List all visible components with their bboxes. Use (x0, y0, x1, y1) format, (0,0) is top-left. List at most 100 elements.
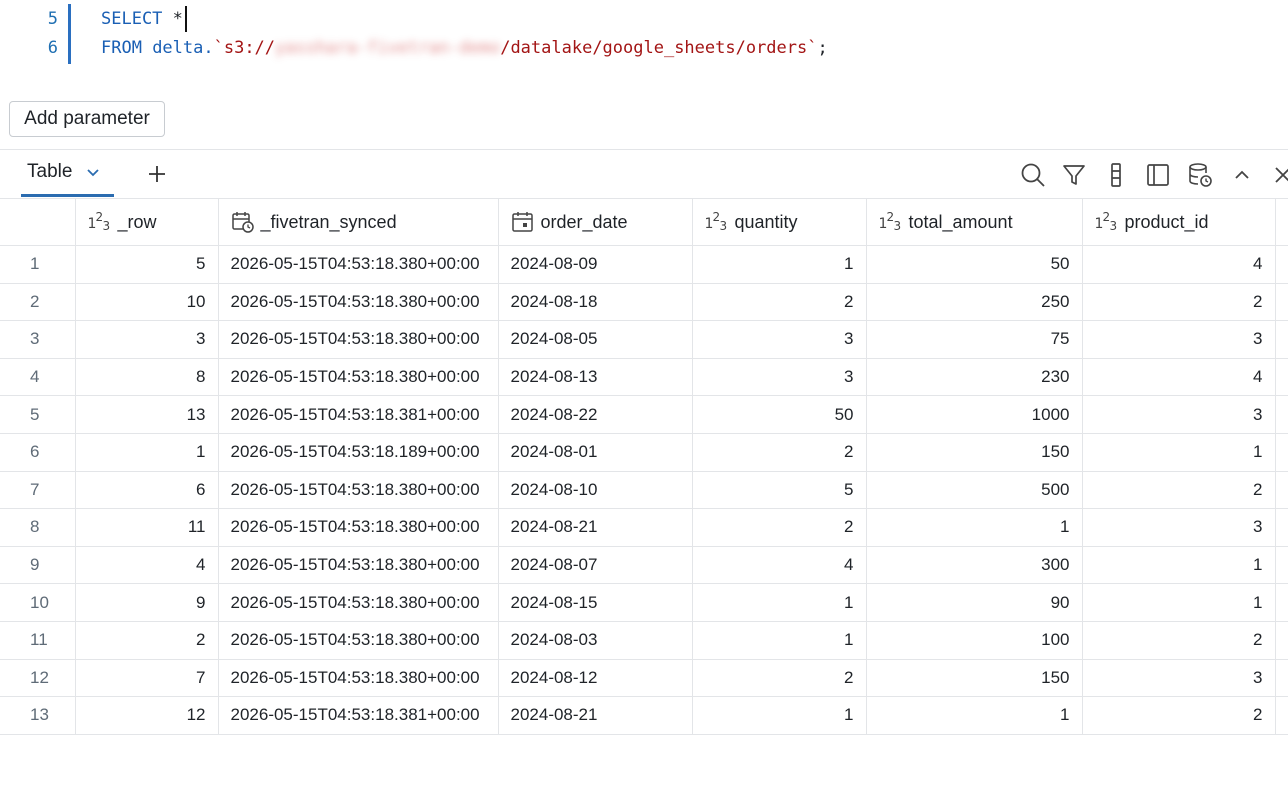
table-cell[interactable]: 2026-05-15T04:53:18.381+00:00 (218, 395, 499, 434)
table-cell[interactable]: 3 (1082, 320, 1276, 359)
data-refresh-icon[interactable] (1187, 162, 1213, 188)
table-cell[interactable]: 1 (866, 696, 1083, 735)
table-cell[interactable]: 1 (692, 621, 867, 660)
table-row[interactable]: 8 11 2026-05-15T04:53:18.380+00:00 2024-08-… (0, 508, 1288, 547)
table-cell[interactable]: 500 (866, 471, 1083, 510)
code-line-5[interactable]: 5 SELECT * (0, 4, 1288, 34)
table-cell[interactable]: 3 (1082, 508, 1276, 547)
table-cell[interactable]: 300 (866, 546, 1083, 585)
header-total-amount[interactable]: 1 2 3 total_amount (866, 198, 1083, 246)
table-cell[interactable]: 1 (1082, 583, 1276, 622)
table-cell[interactable]: 150 (866, 659, 1083, 698)
header-row[interactable]: 1 2 3 _row (75, 198, 219, 246)
table-cell[interactable]: 8 (75, 358, 219, 397)
table-cell[interactable]: 2026-05-15T04:53:18.380+00:00 (218, 546, 499, 585)
table-cell[interactable]: 2 (1082, 283, 1276, 322)
table-cell[interactable]: 1 (866, 508, 1083, 547)
table-cell[interactable]: 4 (692, 546, 867, 585)
add-visualization-icon[interactable] (146, 163, 168, 185)
table-cell[interactable]: 2024-08-10 (498, 471, 693, 510)
tab-table[interactable]: Table (21, 150, 114, 197)
table-cell[interactable]: 2024-08-13 (498, 358, 693, 397)
header-product-id[interactable]: 1 2 3 product_id (1082, 198, 1276, 246)
table-cell[interactable]: 3 (1082, 395, 1276, 434)
table-cell[interactable]: 2024-08-15 (498, 583, 693, 622)
table-cell[interactable]: 11 (75, 508, 219, 547)
table-cell[interactable]: 2024-08-03 (498, 621, 693, 660)
table-row[interactable]: 6 1 2026-05-15T04:53:18.189+00:00 2024-08-0… (0, 433, 1288, 472)
sql-editor[interactable]: 5 SELECT * 6 FROM delta.`s3://yasshara-f… (0, 0, 1288, 72)
table-row[interactable]: 10 9 2026-05-15T04:53:18.380+00:00 2024-08-… (0, 583, 1288, 622)
table-cell[interactable]: 2 (1082, 696, 1276, 735)
table-row[interactable]: 5 13 2026-05-15T04:53:18.381+00:00 2024-08-… (0, 395, 1288, 434)
table-cell[interactable]: 250 (866, 283, 1083, 322)
header-quantity[interactable]: 1 2 3 quantity (692, 198, 867, 246)
table-cell[interactable]: 50 (692, 395, 867, 434)
table-cell[interactable]: 2 (1082, 621, 1276, 660)
table-row[interactable]: 12 7 2026-05-15T04:53:18.380+00:00 2024-08-… (0, 659, 1288, 698)
collapse-icon[interactable] (1229, 162, 1255, 188)
table-cell[interactable]: 2026-05-15T04:53:18.380+00:00 (218, 471, 499, 510)
table-cell[interactable]: 10 (75, 283, 219, 322)
table-cell[interactable]: 5 (75, 245, 219, 284)
table-cell[interactable]: 2 (692, 283, 867, 322)
table-cell[interactable]: 2024-08-12 (498, 659, 693, 698)
table-cell[interactable]: 2026-05-15T04:53:18.380+00:00 (218, 583, 499, 622)
table-cell[interactable]: 2024-08-21 (498, 696, 693, 735)
table-cell[interactable]: 3 (75, 320, 219, 359)
search-icon[interactable] (1020, 162, 1046, 188)
table-cell[interactable]: 1 (1082, 433, 1276, 472)
table-cell[interactable]: 12 (75, 696, 219, 735)
table-cell[interactable]: 5 (692, 471, 867, 510)
table-cell[interactable]: 75 (866, 320, 1083, 359)
table-cell[interactable]: 2 (692, 659, 867, 698)
table-cell[interactable]: 1 (692, 245, 867, 284)
table-cell[interactable]: 2024-08-22 (498, 395, 693, 434)
table-cell[interactable]: 230 (866, 358, 1083, 397)
close-icon[interactable] (1270, 162, 1288, 188)
table-cell[interactable]: 1 (1082, 546, 1276, 585)
table-cell[interactable]: 2026-05-15T04:53:18.380+00:00 (218, 245, 499, 284)
table-cell[interactable]: 50 (866, 245, 1083, 284)
table-cell[interactable]: 2 (75, 621, 219, 660)
table-row[interactable]: 11 2 2026-05-15T04:53:18.380+00:00 2024-08-… (0, 621, 1288, 660)
table-cell[interactable]: 4 (75, 546, 219, 585)
table-cell[interactable]: 2026-05-15T04:53:18.189+00:00 (218, 433, 499, 472)
table-cell[interactable]: 2024-08-05 (498, 320, 693, 359)
table-cell[interactable]: 3 (692, 358, 867, 397)
table-cell[interactable]: 6 (75, 471, 219, 510)
table-cell[interactable]: 1000 (866, 395, 1083, 434)
table-cell[interactable]: 2026-05-15T04:53:18.380+00:00 (218, 358, 499, 397)
table-row[interactable]: 7 6 2026-05-15T04:53:18.380+00:00 2024-08-1… (0, 471, 1288, 510)
table-cell[interactable]: 100 (866, 621, 1083, 660)
table-row[interactable]: 3 3 2026-05-15T04:53:18.380+00:00 2024-08-0… (0, 320, 1288, 359)
table-cell[interactable]: 7 (75, 659, 219, 698)
table-cell[interactable]: 90 (866, 583, 1083, 622)
table-cell[interactable]: 3 (692, 320, 867, 359)
code-text[interactable]: SELECT * (101, 4, 187, 34)
chevron-down-icon[interactable] (86, 165, 100, 179)
table-row[interactable]: 4 8 2026-05-15T04:53:18.380+00:00 2024-08-1… (0, 358, 1288, 397)
filter-icon[interactable] (1061, 162, 1087, 188)
table-cell[interactable]: 3 (1082, 659, 1276, 698)
table-cell[interactable]: 2024-08-21 (498, 508, 693, 547)
table-cell[interactable]: 2024-08-18 (498, 283, 693, 322)
table-cell[interactable]: 2026-05-15T04:53:18.380+00:00 (218, 621, 499, 660)
table-row[interactable]: 13 12 2026-05-15T04:53:18.381+00:00 2024-08… (0, 696, 1288, 735)
code-text[interactable]: FROM delta.`s3://yasshara-fivetran-demo/… (101, 33, 828, 63)
table-row[interactable]: 2 10 2026-05-15T04:53:18.380+00:00 2024-08-… (0, 283, 1288, 322)
table-row[interactable]: 1 5 2026-05-15T04:53:18.380+00:00 2024-08-0… (0, 245, 1288, 284)
table-row[interactable]: 9 4 2026-05-15T04:53:18.380+00:00 2024-08-0… (0, 546, 1288, 585)
column-options-icon[interactable] (1103, 162, 1129, 188)
table-cell[interactable]: 2024-08-09 (498, 245, 693, 284)
table-cell[interactable]: 2026-05-15T04:53:18.380+00:00 (218, 508, 499, 547)
table-cell[interactable]: 2026-05-15T04:53:18.380+00:00 (218, 320, 499, 359)
table-cell[interactable]: 2026-05-15T04:53:18.380+00:00 (218, 283, 499, 322)
table-cell[interactable]: 2024-08-01 (498, 433, 693, 472)
header-fivetran-synced[interactable]: _fivetran_synced (218, 198, 499, 246)
sidebar-panel-icon[interactable] (1145, 162, 1171, 188)
table-cell[interactable]: 2026-05-15T04:53:18.380+00:00 (218, 659, 499, 698)
code-line-6[interactable]: 6 FROM delta.`s3://yasshara-fivetran-dem… (0, 33, 1288, 63)
header-order-date[interactable]: order_date (498, 198, 693, 246)
table-cell[interactable]: 4 (1082, 245, 1276, 284)
